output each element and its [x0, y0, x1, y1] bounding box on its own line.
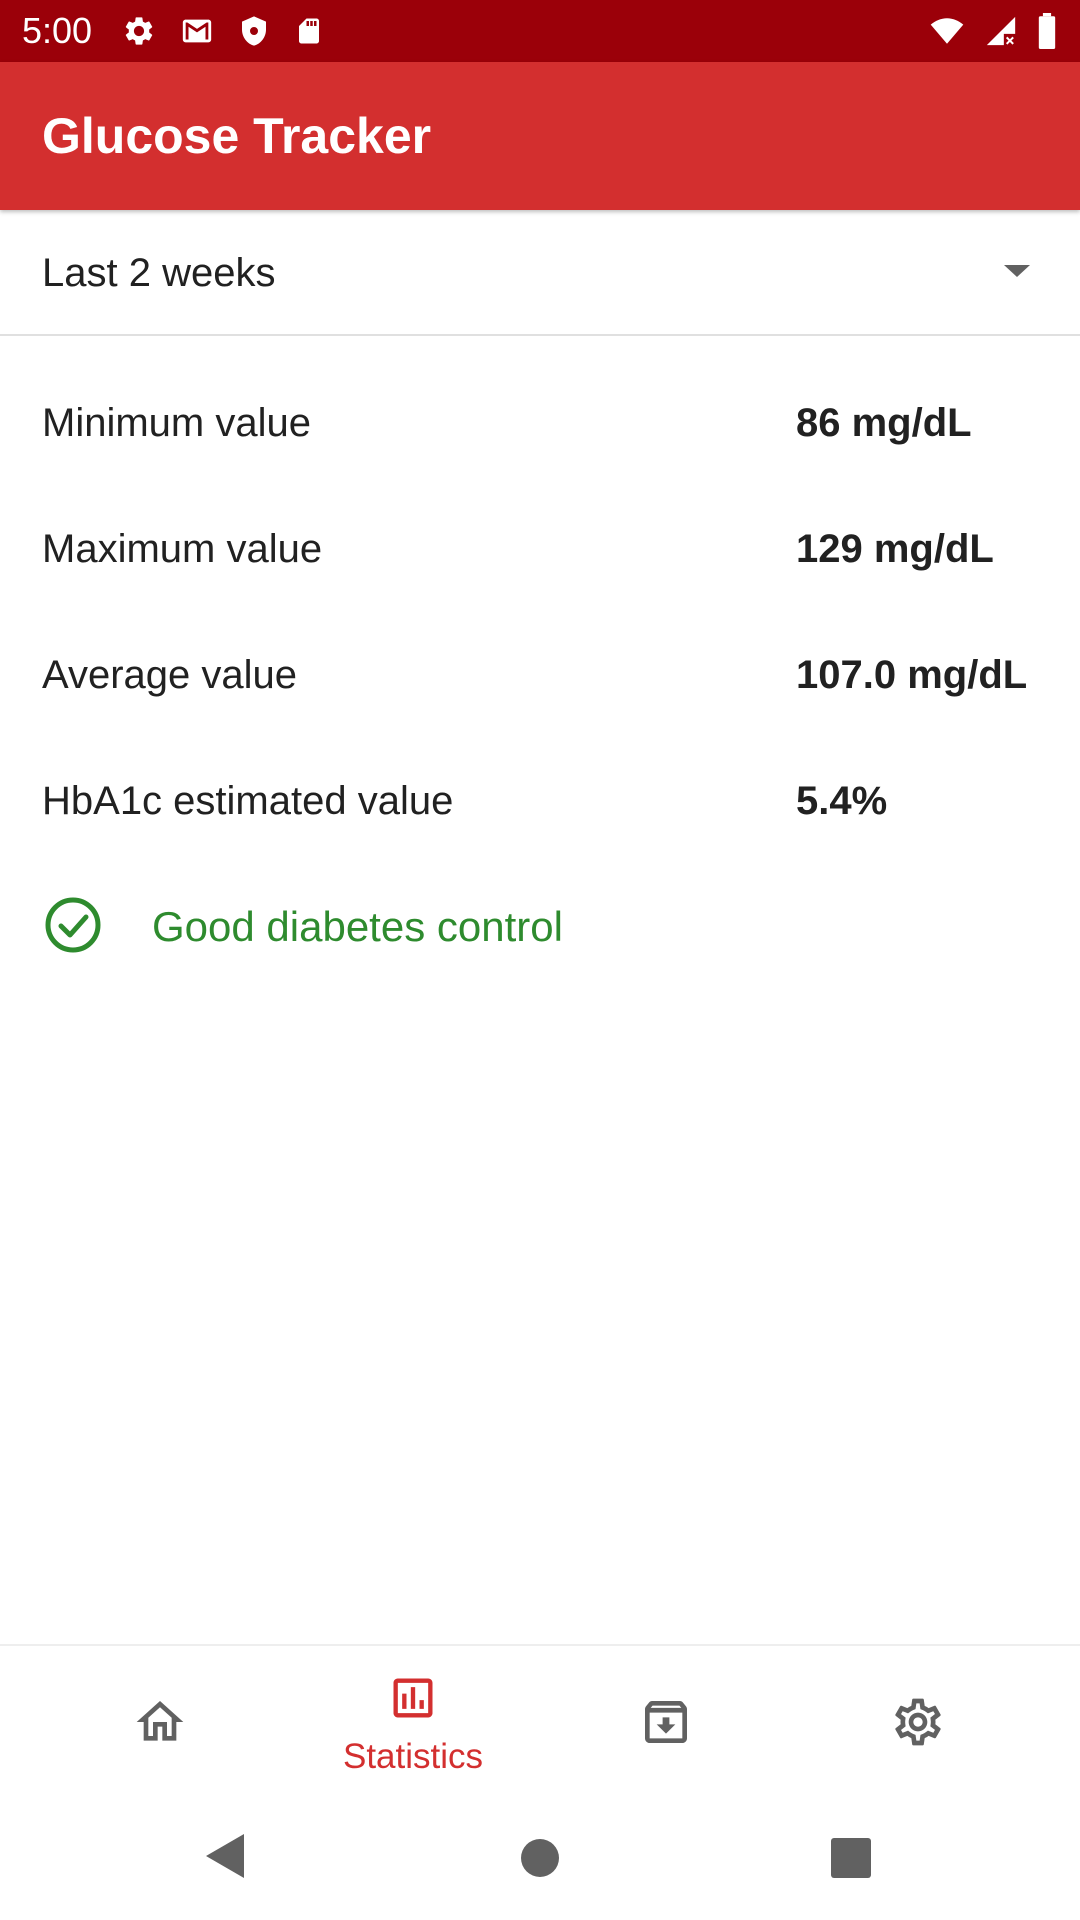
- stat-row-minimum: Minimum value 86 mg/dL: [0, 360, 1080, 486]
- nav-item-home[interactable]: [34, 1646, 286, 1802]
- mail-icon: [180, 14, 214, 48]
- stat-row-maximum: Maximum value 129 mg/dL: [0, 486, 1080, 612]
- wifi-icon: [928, 14, 966, 48]
- archive-download-icon: [638, 1694, 694, 1755]
- settings-icon: [890, 1694, 946, 1755]
- stat-label: Average value: [42, 652, 297, 697]
- nav-label-statistics: Statistics: [342, 1736, 484, 1776]
- stat-value: 5.4%: [796, 778, 888, 823]
- stat-label: HbA1c estimated value: [42, 778, 454, 823]
- stat-row-average: Average value 107.0 mg/dL: [0, 612, 1080, 738]
- app-bar: Glucose Tracker: [0, 62, 1080, 210]
- stat-label: Maximum value: [42, 526, 323, 571]
- chart-icon: [387, 1672, 439, 1729]
- battery-icon: [1036, 13, 1058, 49]
- control-status-text: Good diabetes control: [152, 903, 563, 950]
- check-circle-icon: [44, 896, 102, 959]
- nav-item-archive[interactable]: [540, 1646, 792, 1802]
- control-status: Good diabetes control: [0, 864, 1080, 990]
- home-button-icon[interactable]: [520, 1838, 560, 1883]
- status-right-icons: [928, 13, 1058, 49]
- signal-icon: [984, 14, 1018, 48]
- stat-label: Minimum value: [42, 400, 311, 445]
- status-time: 5:00: [22, 10, 93, 51]
- home-icon: [132, 1694, 188, 1755]
- status-left-icons: [122, 14, 324, 48]
- shield-icon: [238, 14, 270, 48]
- gear-icon: [122, 14, 156, 48]
- sd-card-icon: [294, 14, 324, 48]
- period-selected-label: Last 2 weeks: [42, 250, 276, 295]
- bottom-navigation: Statistics: [0, 1644, 1080, 1802]
- stat-value: 86 mg/dL: [796, 400, 972, 445]
- back-icon[interactable]: [202, 1830, 248, 1887]
- app-title: Glucose Tracker: [42, 108, 432, 164]
- stat-value: 107.0 mg/dL: [796, 652, 1028, 697]
- nav-item-settings[interactable]: [792, 1646, 1044, 1802]
- status-bar: 5:00: [0, 0, 1080, 62]
- system-navigation-bar: [0, 1802, 1080, 1920]
- period-dropdown[interactable]: Last 2 weeks: [0, 212, 1080, 336]
- nav-item-statistics[interactable]: Statistics: [287, 1646, 539, 1802]
- stat-value: 129 mg/dL: [796, 526, 994, 571]
- stat-row-hba1c: HbA1c estimated value 5.4%: [0, 738, 1080, 864]
- recents-icon[interactable]: [830, 1837, 872, 1884]
- screen: 5:00 Glucose Tracker Last 2 weeks Minimu…: [0, 0, 1080, 1920]
- dropdown-arrow-icon: [1002, 263, 1032, 284]
